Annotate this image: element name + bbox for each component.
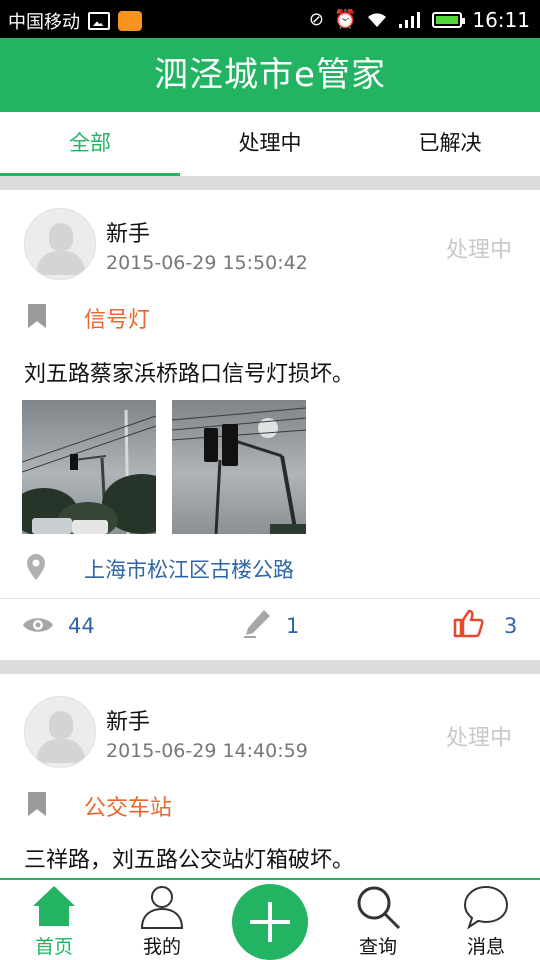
status-badge: 处理中 — [445, 726, 512, 751]
message-icon — [463, 885, 509, 930]
location-pin-icon — [27, 554, 45, 580]
vibrate-off-icon: ⊘ — [308, 9, 324, 30]
bottom-navigation: 首页 我的 查询 消息 — [0, 878, 540, 960]
carrier-label: 中国移动 — [8, 12, 80, 33]
avatar[interactable] — [24, 696, 96, 768]
post-username: 新手 — [106, 710, 151, 735]
clock: 16:11 — [472, 8, 530, 32]
post-category: 信号灯 — [84, 308, 151, 333]
avatar[interactable] — [24, 208, 96, 280]
nav-messages[interactable]: 消息 — [432, 880, 540, 960]
post-location[interactable]: 上海市松江区古楼公路 — [84, 554, 294, 584]
nav-label: 我的 — [142, 936, 181, 958]
thumbs-up-icon[interactable] — [452, 608, 484, 638]
wifi-icon — [368, 13, 387, 27]
status-bar: 中国移动 ⊘ ⏰ 16:11 — [0, 0, 540, 38]
comment-count: 1 — [286, 614, 300, 638]
post-card[interactable]: 新手 2015-06-29 15:50:42 处理中 信号灯 刘五路蔡家浜桥路口… — [0, 190, 540, 660]
home-icon — [33, 886, 75, 926]
status-badge: 处理中 — [445, 238, 512, 263]
tab-all[interactable]: 全部 — [0, 112, 180, 176]
tab-resolved[interactable]: 已解决 — [360, 112, 540, 176]
signal-icon — [399, 12, 421, 28]
bookmark-icon — [28, 792, 46, 816]
post-description: 刘五路蔡家浜桥路口信号灯损坏。 — [24, 362, 355, 387]
section-gap — [0, 660, 540, 674]
comment-pencil-icon[interactable] — [242, 608, 272, 638]
nav-profile[interactable]: 我的 — [108, 880, 216, 960]
post-description: 三祥路，刘五路公交站灯箱破坏。 — [24, 848, 355, 873]
divider — [0, 598, 540, 599]
filter-tabs: 全部 处理中 已解决 — [0, 112, 540, 176]
add-report-button[interactable] — [232, 884, 308, 960]
user-icon — [140, 886, 184, 929]
traffic-light-photo-2[interactable] — [172, 400, 306, 534]
eye-icon — [23, 618, 53, 632]
tab-processing[interactable]: 处理中 — [180, 112, 360, 176]
post-timestamp: 2015-06-29 15:50:42 — [106, 252, 308, 274]
post-card[interactable]: 新手 2015-06-29 14:40:59 处理中 公交车站 三祥路，刘五路公… — [0, 674, 540, 878]
app-title: 泗泾城市e管家 — [0, 38, 540, 112]
nav-label: 消息 — [466, 936, 505, 958]
nav-search[interactable]: 查询 — [324, 880, 432, 960]
nav-home[interactable]: 首页 — [0, 880, 108, 960]
game-app-icon — [118, 11, 142, 31]
view-count: 44 — [68, 614, 95, 638]
search-icon — [357, 886, 401, 930]
post-timestamp: 2015-06-29 14:40:59 — [106, 740, 308, 762]
post-category: 公交车站 — [84, 796, 173, 821]
alarm-icon: ⏰ — [333, 9, 357, 30]
traffic-light-photo-1[interactable] — [22, 400, 156, 534]
gallery-icon — [88, 12, 110, 30]
like-count: 3 — [504, 614, 518, 638]
nav-label: 首页 — [34, 936, 73, 958]
battery-icon — [432, 12, 466, 28]
post-username: 新手 — [106, 222, 151, 247]
bookmark-icon — [28, 304, 46, 328]
section-gap — [0, 176, 540, 190]
nav-label: 查询 — [358, 936, 397, 958]
